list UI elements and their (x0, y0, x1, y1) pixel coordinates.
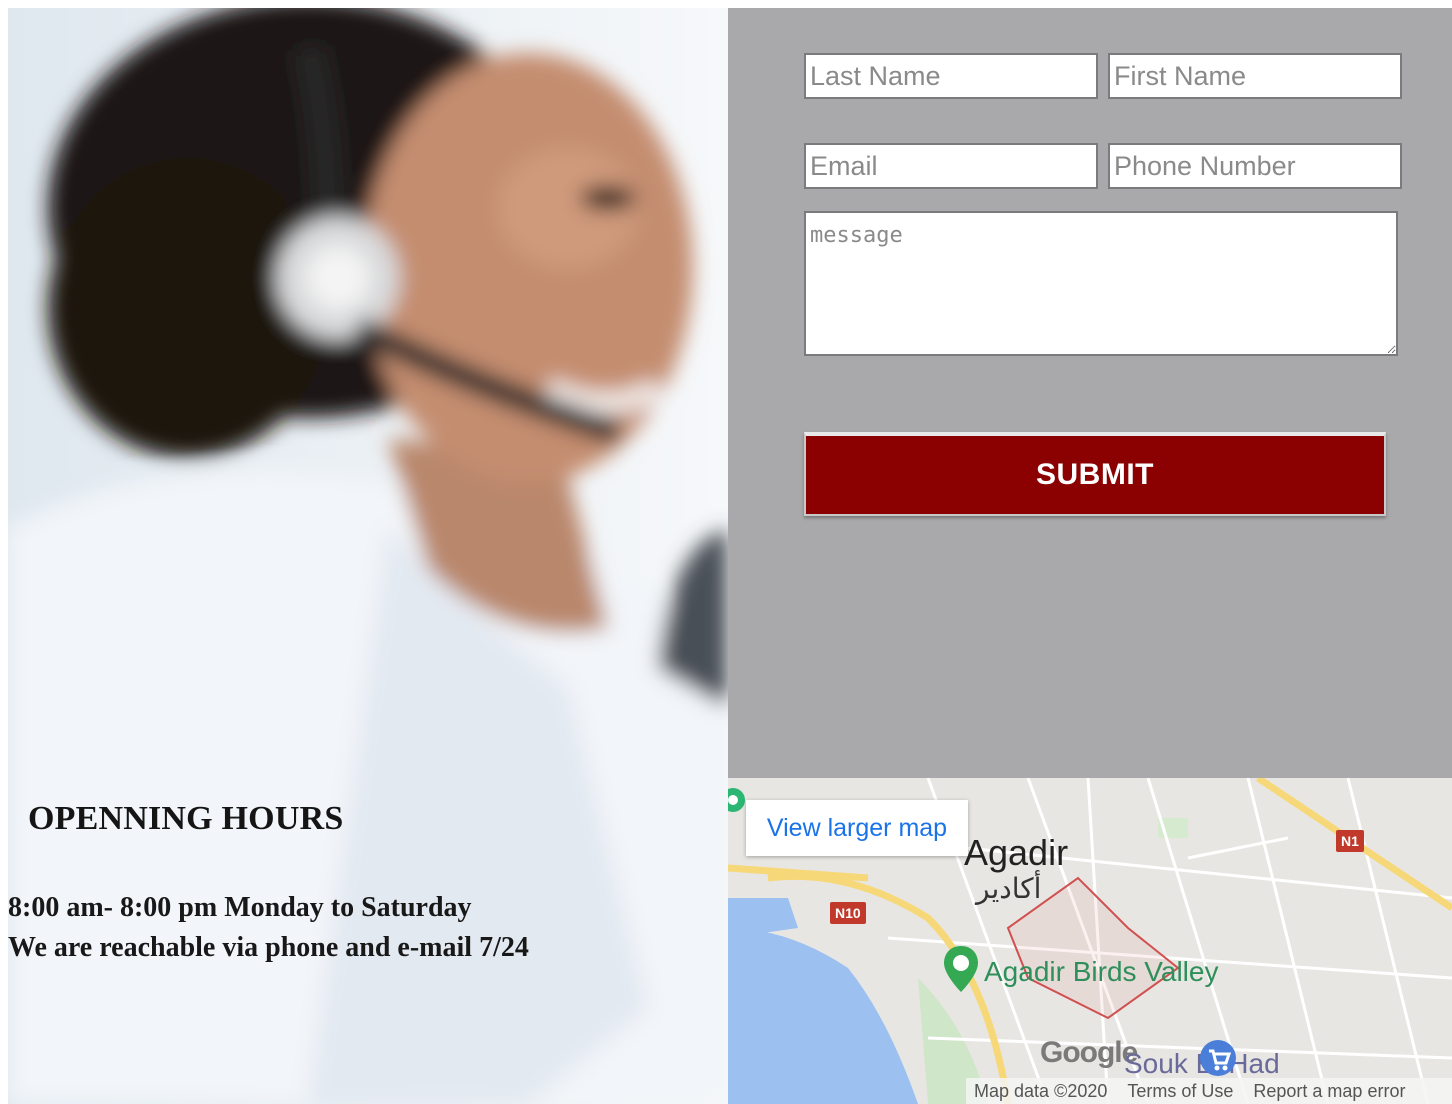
map-poi-label[interactable]: Agadir Birds Valley (984, 956, 1218, 988)
contact-form: SUBMIT (728, 8, 1452, 778)
first-name-input[interactable] (1108, 53, 1402, 99)
shopping-cart-pin-icon[interactable] (1198, 1038, 1238, 1082)
map-city-label: Agadir (964, 832, 1069, 873)
road-badge-n10: N10 (830, 902, 866, 924)
opening-hours-title: OPENNING HOURS (28, 800, 344, 837)
road-badge-n1: N1 (1336, 830, 1364, 852)
email-input[interactable] (804, 143, 1098, 189)
last-name-input[interactable] (804, 53, 1098, 99)
google-logo: Google (1040, 1036, 1138, 1069)
view-larger-map-link[interactable]: View larger map (746, 800, 968, 856)
hero-panel: OPENNING HOURS 8:00 am- 8:00 pm Monday t… (8, 8, 728, 1104)
embedded-map[interactable]: View larger map N10 N1 Agadir أكادير Aga… (728, 778, 1452, 1104)
phone-number-input[interactable] (1108, 143, 1402, 189)
report-map-error-link[interactable]: Report a map error (1253, 1081, 1405, 1102)
map-footer: Map data ©2020 Terms of Use Report a map… (966, 1078, 1452, 1104)
map-marker-icon (728, 788, 745, 812)
map-city-arabic-label: أكادير (976, 872, 1042, 905)
opening-hours-line: 8:00 am- 8:00 pm Monday to Saturday (8, 892, 472, 923)
message-textarea[interactable] (804, 211, 1398, 356)
map-data-credit: Map data ©2020 (974, 1080, 1108, 1101)
availability-line: We are reachable via phone and e-mail 7/… (8, 932, 529, 963)
terms-of-use-link[interactable]: Terms of Use (1127, 1081, 1233, 1102)
park-pin-icon[interactable] (942, 944, 980, 994)
submit-button[interactable]: SUBMIT (804, 432, 1386, 516)
